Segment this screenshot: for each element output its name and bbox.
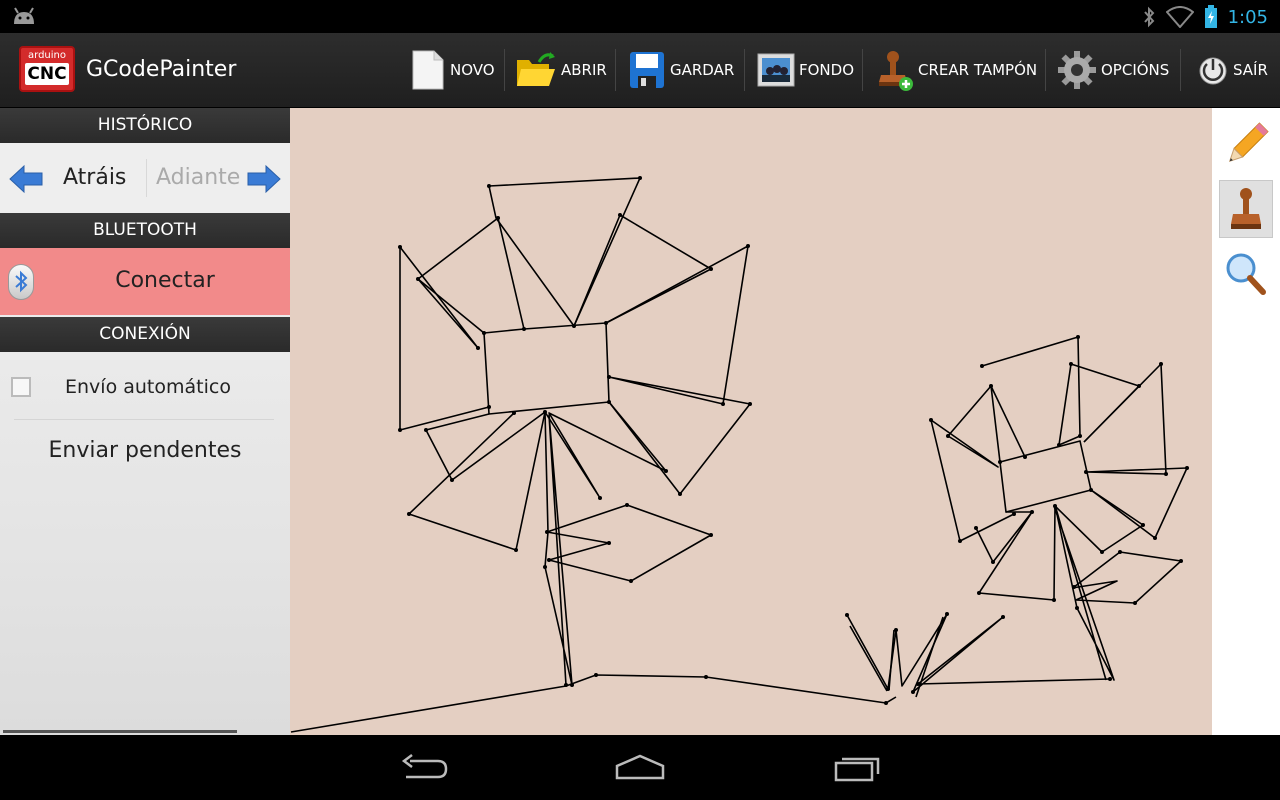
stamp-add-icon [879,51,913,91]
background-button[interactable]: FONDO [757,33,854,107]
exit-button[interactable]: SAÍR [1197,33,1268,107]
create-stamp-button[interactable]: CREAR TAMPÓN [876,33,1037,107]
background-image-icon [757,53,795,87]
options-button-label: OPCIÓNS [1101,61,1170,79]
left-panel: HISTÓRICO Atráis Adiante BLUETOOTH Conec… [0,108,290,735]
forward-button[interactable]: Adiante [156,165,240,190]
background-button-label: FONDO [799,61,855,79]
android-icon [14,7,34,24]
status-bar: 1:05 [0,0,1280,33]
create-stamp-button-label: CREAR TAMPÓN [918,61,1038,79]
connect-button[interactable]: Conectar [0,248,290,315]
auto-send-checkbox[interactable] [11,377,31,397]
connect-label: Conectar [115,268,215,293]
save-button[interactable]: GARDAR [628,33,734,107]
back-button[interactable]: Atráis [63,165,126,190]
separator [14,419,274,420]
battery-icon [1204,5,1217,28]
send-pending-button[interactable]: Enviar pendentes [0,438,290,463]
arrow-right-icon[interactable] [246,164,282,194]
clock: 1:05 [1227,6,1268,28]
separator [504,49,505,91]
exit-button-label: SAÍR [1233,61,1268,79]
save-button-label: GARDAR [670,61,735,79]
bluetooth-header: BLUETOOTH [0,213,290,248]
power-icon [1199,57,1227,85]
gear-icon [1058,51,1096,89]
app-title: GCodePainter [86,57,237,82]
recent-apps-icon[interactable] [832,753,882,783]
stamp-tool[interactable] [1219,180,1273,238]
drawing [290,176,1189,733]
navigation-bar [0,735,1280,800]
drawing-canvas[interactable] [290,108,1212,735]
connection-header: CONEXIÓN [0,317,290,352]
logo-top-text: arduino [28,50,66,61]
new-document-icon [412,50,444,90]
scrollbar[interactable] [3,730,237,733]
wifi-icon [1165,6,1194,28]
separator [862,49,863,91]
open-button-label: ABRIR [561,61,607,79]
history-header: HISTÓRICO [0,108,290,143]
history-controls: Atráis Adiante [0,143,290,213]
action-bar: arduino CNC GCodePainter NOVO ABRIR GARD… [0,33,1280,108]
separator [744,49,745,91]
separator [1045,49,1046,91]
auto-send-row[interactable]: Envío automático [0,352,290,420]
new-button-label: NOVO [450,61,495,79]
open-folder-icon [517,52,555,86]
zoom-tool[interactable] [1219,244,1273,302]
separator [1180,49,1181,91]
app-logo[interactable]: arduino CNC [19,46,75,92]
stamp-icon [1231,188,1261,229]
open-button[interactable]: ABRIR [515,33,607,107]
floppy-disk-icon [630,52,664,88]
pencil-icon [1228,122,1269,163]
separator [615,49,616,91]
logo-main-text: CNC [25,63,69,85]
bluetooth-icon [1143,6,1154,28]
arrow-left-icon[interactable] [8,164,44,194]
pencil-tool[interactable] [1219,116,1273,174]
tool-palette [1212,108,1280,735]
new-button[interactable]: NOVO [410,33,495,107]
magnifier-icon [1226,253,1266,295]
separator [146,159,147,197]
home-nav-icon[interactable] [614,753,666,783]
auto-send-label: Envío automático [65,376,231,398]
options-button[interactable]: OPCIÓNS [1057,33,1169,107]
back-nav-icon[interactable] [400,753,448,783]
